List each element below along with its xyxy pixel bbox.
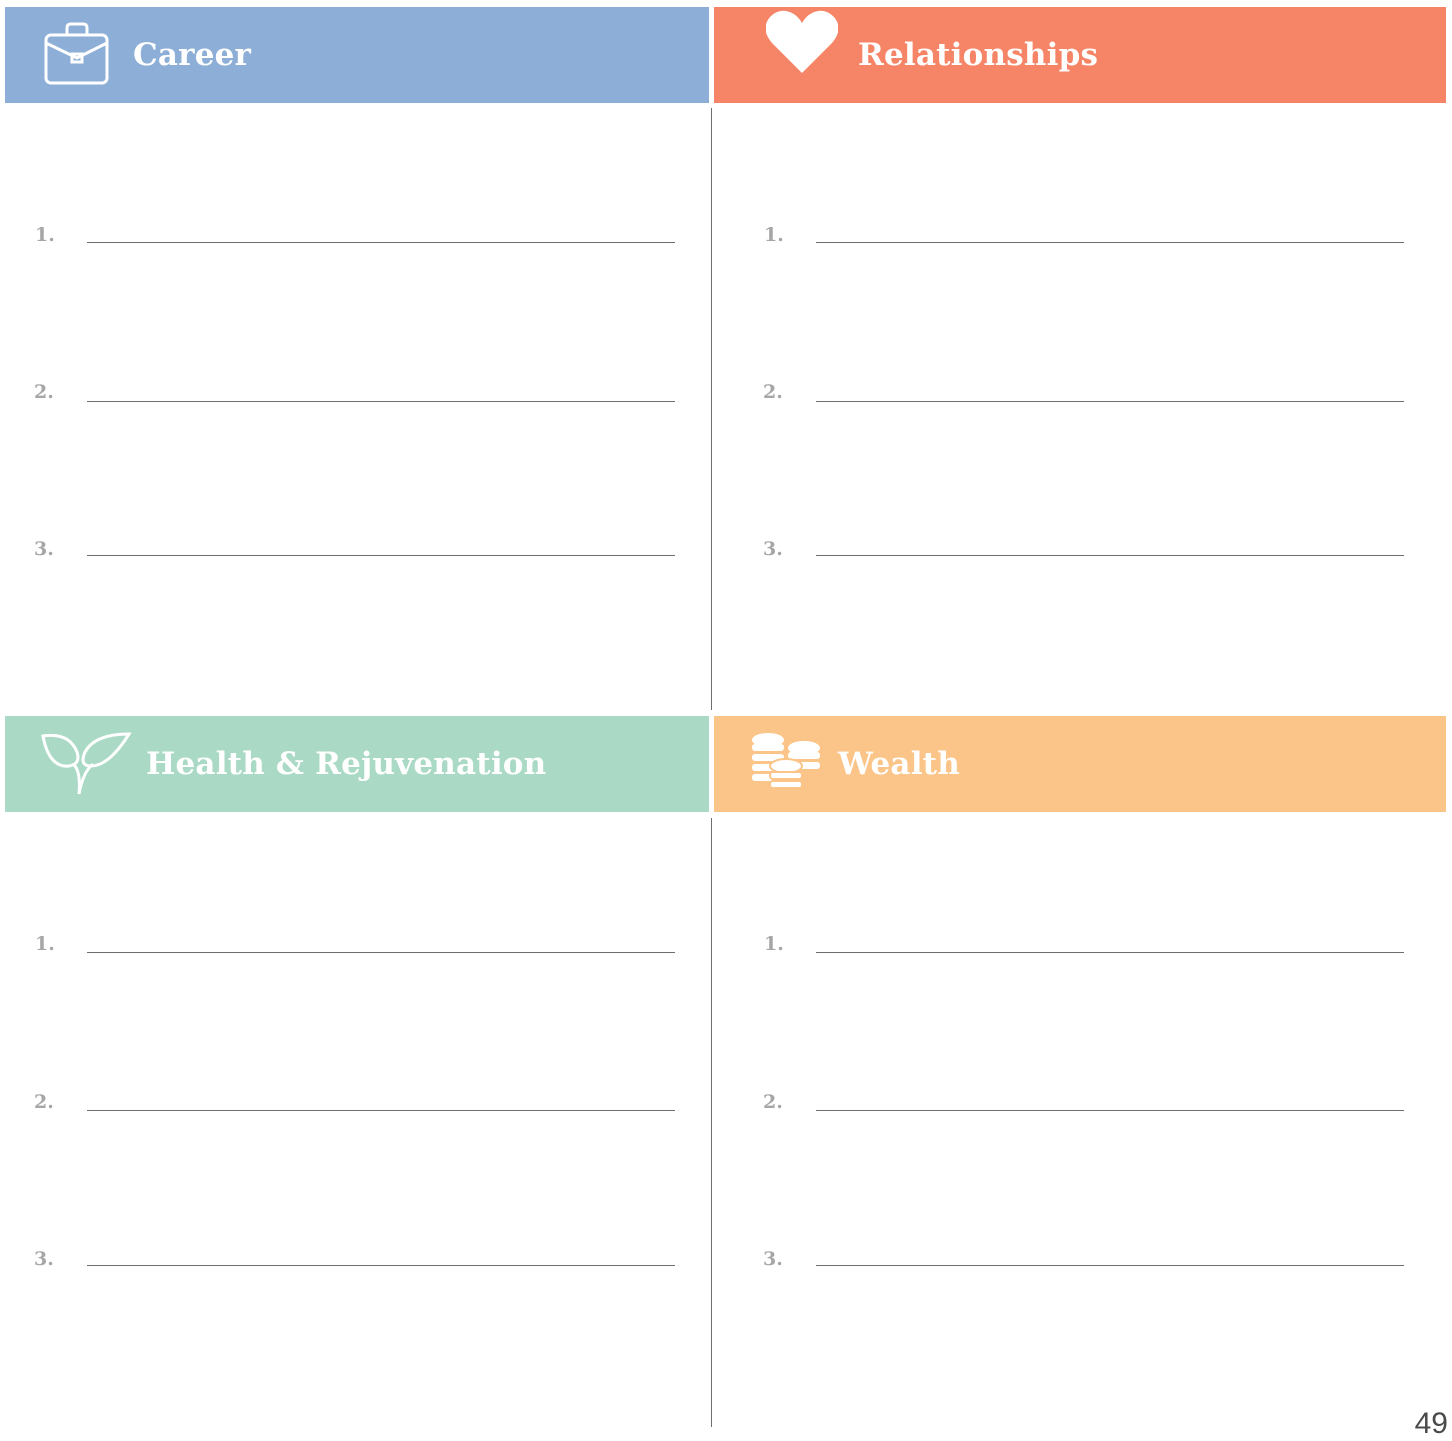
career-title: Career [133,37,252,73]
career-item-3-line[interactable] [87,555,675,556]
bottom-divider [711,818,712,1427]
top-divider [711,108,712,710]
health-item-3-number: 3. [34,1248,54,1270]
relationships-item-3-line[interactable] [816,555,1404,556]
wealth-item-2-number: 2. [763,1091,783,1113]
wealth-item-1-number: 1. [764,933,784,955]
relationships-header: Relationships [714,7,1446,103]
relationships-item-1-number: 1. [764,224,784,246]
health-header: Health & Rejuvenation [5,716,709,812]
wealth-item-1-line[interactable] [816,952,1404,953]
relationships-item-2-line[interactable] [816,401,1404,402]
briefcase-icon [44,22,109,85]
health-item-2-line[interactable] [87,1110,675,1111]
leaf-icon [41,732,132,795]
wealth-item-3-line[interactable] [816,1265,1404,1266]
page-number: 49 [1414,1407,1448,1440]
wealth-item-3-number: 3. [763,1248,783,1270]
career-item-1-number: 1. [35,224,55,246]
heart-icon [766,10,838,73]
wealth-title: Wealth [838,746,960,782]
health-item-1-number: 1. [35,933,55,955]
wealth-item-2-line[interactable] [816,1110,1404,1111]
relationships-item-2-number: 2. [763,381,783,403]
career-item-1-line[interactable] [87,242,675,243]
relationships-item-1-line[interactable] [816,242,1404,243]
career-item-2-number: 2. [34,381,54,403]
health-item-2-number: 2. [34,1091,54,1113]
relationships-title: Relationships [858,37,1099,73]
relationships-item-3-number: 3. [763,538,783,560]
career-header: Career [5,7,709,103]
career-item-3-number: 3. [34,538,54,560]
health-title: Health & Rejuvenation [146,746,547,782]
wealth-header: Wealth [714,716,1446,812]
health-item-3-line[interactable] [87,1265,675,1266]
career-item-2-line[interactable] [87,401,675,402]
health-item-1-line[interactable] [87,952,675,953]
coins-icon [752,733,820,789]
